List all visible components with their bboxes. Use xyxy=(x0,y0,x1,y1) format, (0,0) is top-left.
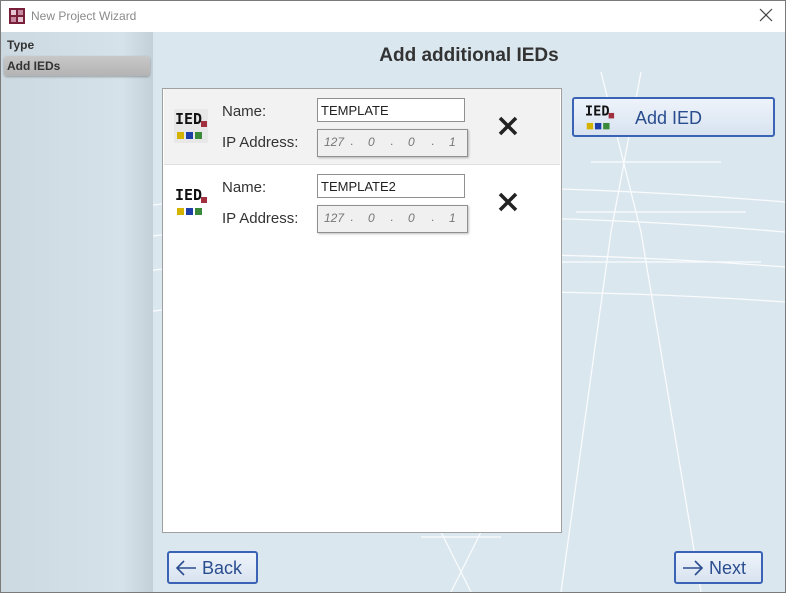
page-title: Add additional IEDs xyxy=(379,45,559,66)
svg-text:IED: IED xyxy=(175,110,202,128)
close-icon xyxy=(498,116,518,136)
window-close-button[interactable] xyxy=(755,4,777,26)
name-label: Name: xyxy=(222,179,267,196)
add-ied-button[interactable]: IED Add IED xyxy=(572,97,775,137)
ied-row[interactable]: IED Name: IP Address: 127 . 0 . 0 . 1 xyxy=(164,165,560,240)
arrow-right-icon xyxy=(683,560,704,576)
ied-icon: IED xyxy=(585,104,615,130)
ied-name-input[interactable] xyxy=(317,98,465,122)
ip-dot: . xyxy=(390,210,394,224)
back-button[interactable]: Back xyxy=(167,551,258,584)
ip-dot: . xyxy=(431,134,435,148)
ip-octet[interactable]: 0 xyxy=(368,135,375,149)
ip-dot: . xyxy=(350,210,354,224)
back-label: Back xyxy=(202,558,243,578)
sidebar-item-label: Add IEDs xyxy=(7,59,61,73)
next-label: Next xyxy=(709,558,747,578)
next-button[interactable]: Next xyxy=(674,551,763,584)
ied-list: IED Name: IP Address: 127 . 0 . 0 . 1 xyxy=(162,88,562,533)
remove-ied-button[interactable] xyxy=(496,189,520,215)
ied-row[interactable]: IED Name: IP Address: 127 . 0 . 0 . 1 xyxy=(164,89,560,165)
close-icon xyxy=(498,192,518,212)
sidebar-item-label: Type xyxy=(7,38,35,52)
remove-ied-button[interactable] xyxy=(496,113,520,139)
ied-name-input[interactable] xyxy=(317,174,465,198)
ip-octet[interactable]: 0 xyxy=(408,211,415,225)
close-icon xyxy=(759,8,773,22)
name-label: Name: xyxy=(222,103,267,120)
ip-address-field[interactable]: 127 . 0 . 0 . 1 xyxy=(317,129,468,157)
wizard-window: New Project Wizard Type Add IEDs Add add… xyxy=(0,0,786,593)
arrow-left-icon xyxy=(175,560,196,576)
ip-octet[interactable]: 0 xyxy=(408,135,415,149)
sidebar-item-add-ieds[interactable]: Add IEDs xyxy=(4,56,150,76)
ied-icon: IED xyxy=(174,109,208,143)
wizard-body: Type Add IEDs Add additional IEDs IED Na… xyxy=(1,32,785,592)
ied-icon: IED xyxy=(174,185,208,219)
ip-dot: . xyxy=(431,210,435,224)
ip-octet[interactable]: 127 xyxy=(324,211,344,225)
svg-text:IED: IED xyxy=(175,186,202,204)
ip-octet[interactable]: 1 xyxy=(449,211,456,225)
title-bar: New Project Wizard xyxy=(1,1,785,32)
app-icon xyxy=(9,8,25,24)
ip-address-field[interactable]: 127 . 0 . 0 . 1 xyxy=(317,205,468,233)
ip-label: IP Address: xyxy=(222,134,299,151)
add-ied-label: Add IED xyxy=(635,108,703,128)
sidebar: Type Add IEDs xyxy=(1,32,153,592)
sidebar-item-type[interactable]: Type xyxy=(4,35,150,55)
ip-octet[interactable]: 127 xyxy=(324,135,344,149)
ip-label: IP Address: xyxy=(222,210,299,227)
ip-octet[interactable]: 0 xyxy=(368,211,375,225)
svg-text:IED: IED xyxy=(585,104,610,120)
ip-octet[interactable]: 1 xyxy=(449,135,456,149)
ip-dot: . xyxy=(390,134,394,148)
window-title: New Project Wizard xyxy=(31,9,137,23)
ip-dot: . xyxy=(350,134,354,148)
